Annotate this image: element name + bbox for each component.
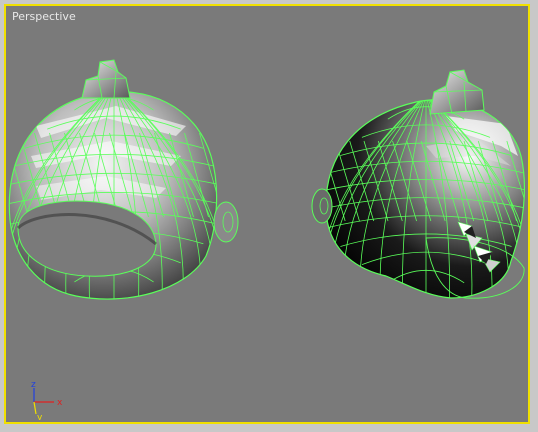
perspective-viewport[interactable]: Perspective z x y [4, 4, 530, 424]
left-helmet-mesh[interactable] [6, 59, 239, 301]
axis-gizmo: z x y [31, 380, 63, 420]
scene-canvas[interactable] [6, 6, 528, 422]
z-axis-label: z [31, 380, 36, 390]
y-axis-label: y [37, 413, 43, 420]
right-helmet-mesh[interactable] [311, 69, 528, 301]
x-axis-label: x [57, 398, 63, 408]
viewport-frame: Perspective z x y [0, 0, 538, 432]
y-axis-line [33, 401, 37, 415]
